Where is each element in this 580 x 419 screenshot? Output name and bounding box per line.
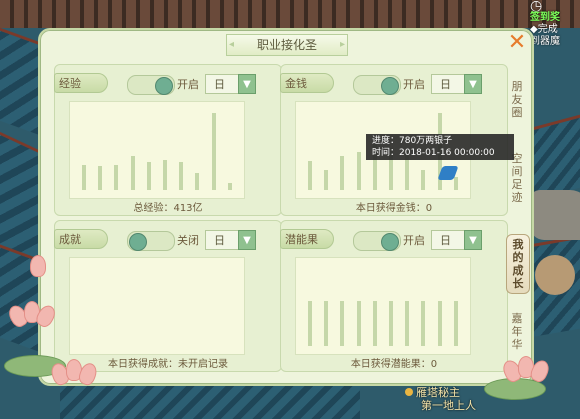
chart-bar (453, 301, 458, 346)
card-potential-fruit: 潜能果 开启 日 ▼ 本日获得潜能果：0 (280, 220, 508, 372)
tab-char: 华 (511, 338, 523, 351)
card-label: 成就 (54, 229, 108, 249)
tab-char: 迹 (511, 191, 523, 204)
chart-bar (324, 170, 329, 190)
chart-bar (98, 166, 103, 190)
chart-bar (195, 173, 200, 190)
bar-chart (69, 257, 245, 355)
panel-title: 职业接化圣 (226, 34, 348, 56)
chart-bar (308, 161, 312, 190)
card-label: 经验 (54, 73, 108, 93)
chart-bar (356, 152, 361, 190)
toggle-knob (155, 77, 173, 95)
card-footer: 本日获得金钱：0 (355, 203, 433, 214)
toggle-switch[interactable] (127, 231, 175, 251)
hud-line: 雁塔秘主 (416, 386, 460, 399)
chart-bar (146, 162, 151, 190)
card-label: 金钱 (280, 73, 334, 93)
chart-bar (211, 113, 216, 190)
chart-bar (405, 301, 410, 346)
roof-decoration (60, 382, 360, 419)
progress-tooltip: 进度：780万两银子 时间：2018-01-16 00:00:00 (366, 134, 514, 160)
pot-decoration (535, 255, 575, 295)
chart-bar (163, 160, 167, 190)
chart-bar (130, 156, 135, 190)
tab-char: 足 (511, 178, 523, 191)
tooltip-line: 进度：780万两银子 (372, 136, 453, 146)
growth-panel: 职业接化圣 ✕ 经验 开启 日 ▼ 总经验：413亿 金钱 开启 日 ▼ 本日获… (38, 28, 534, 386)
toggle-state: 关闭 (177, 234, 199, 247)
tab-char: 我 (512, 238, 524, 251)
bar-chart (69, 101, 245, 199)
chart-bar (340, 156, 345, 190)
tab-char: 年 (511, 325, 523, 338)
medal-icon (405, 388, 413, 396)
chart-bar (308, 301, 312, 346)
tab-char: 圈 (511, 106, 523, 119)
card-experience: 经验 开启 日 ▼ 总经验：413亿 (54, 64, 282, 216)
chart-bar (340, 301, 345, 346)
rock-decoration (530, 190, 580, 240)
toggle-state: 开启 (403, 78, 425, 91)
hud-bottom: 雁塔秘主 第一地上人 (405, 386, 476, 412)
clock-icon: ◷ (530, 0, 543, 14)
tab-char: 长 (512, 277, 524, 290)
hud-line: 到器魔 (530, 36, 560, 47)
petal-decoration (30, 255, 46, 277)
chart-bar (114, 165, 119, 190)
chart-bar (82, 165, 86, 190)
card-achievement: 成就 关闭 日 ▼ 本日获得成就：未开启记录 (54, 220, 282, 372)
tooltip-line: 时间：2018-01-16 00:00:00 (372, 148, 495, 158)
chevron-down-icon[interactable]: ▼ (238, 74, 256, 94)
tab-char: 成 (512, 264, 524, 277)
hud-line[interactable]: 签到奖 (530, 12, 578, 24)
toggle-state: 开启 (403, 234, 425, 247)
chart-bar (421, 301, 426, 346)
toggle-switch[interactable] (353, 75, 401, 95)
chart-bar (437, 301, 442, 346)
chart-bar (324, 301, 329, 346)
close-button[interactable]: ✕ (506, 32, 528, 54)
chevron-down-icon[interactable]: ▼ (238, 230, 256, 250)
chart-bar (179, 162, 184, 190)
tab-char: 友 (511, 93, 523, 106)
card-footer: 本日获得潜能果：0 (350, 359, 438, 370)
chevron-down-icon[interactable]: ▼ (464, 230, 482, 250)
chart-bar (227, 183, 232, 190)
tab-char: 间 (511, 165, 523, 178)
chart-bar (421, 170, 426, 190)
hud-top-right: ◷ 签到奖 ◆完成 到器魔 (530, 0, 578, 48)
chevron-down-icon[interactable]: ▼ (464, 74, 482, 94)
chart-bar (453, 177, 458, 190)
toggle-knob (129, 233, 147, 251)
hud-line: ◆完成 (530, 24, 558, 35)
roof-decoration (0, 0, 580, 28)
tab-friends[interactable]: 朋 友 圈 (506, 80, 528, 119)
toggle-state: 开启 (177, 78, 199, 91)
hud-line: 第一地上人 (421, 399, 476, 412)
tab-char: 朋 (511, 80, 523, 93)
toggle-knob (381, 233, 399, 251)
card-footer: 总经验：413亿 (133, 203, 203, 214)
chart-bar (372, 301, 377, 346)
tab-char: 嘉 (511, 312, 523, 325)
chart-bar (389, 301, 393, 346)
tab-char: 的 (512, 251, 524, 264)
tab-my-growth[interactable]: 我 的 成 长 (506, 234, 530, 294)
toggle-switch[interactable] (353, 231, 401, 251)
toggle-knob (381, 77, 399, 95)
tab-carnival[interactable]: 嘉 年 华 (506, 312, 528, 351)
bar-chart (295, 257, 471, 355)
card-label: 潜能果 (280, 229, 334, 249)
chart-bar (356, 301, 361, 346)
toggle-switch[interactable] (127, 75, 175, 95)
